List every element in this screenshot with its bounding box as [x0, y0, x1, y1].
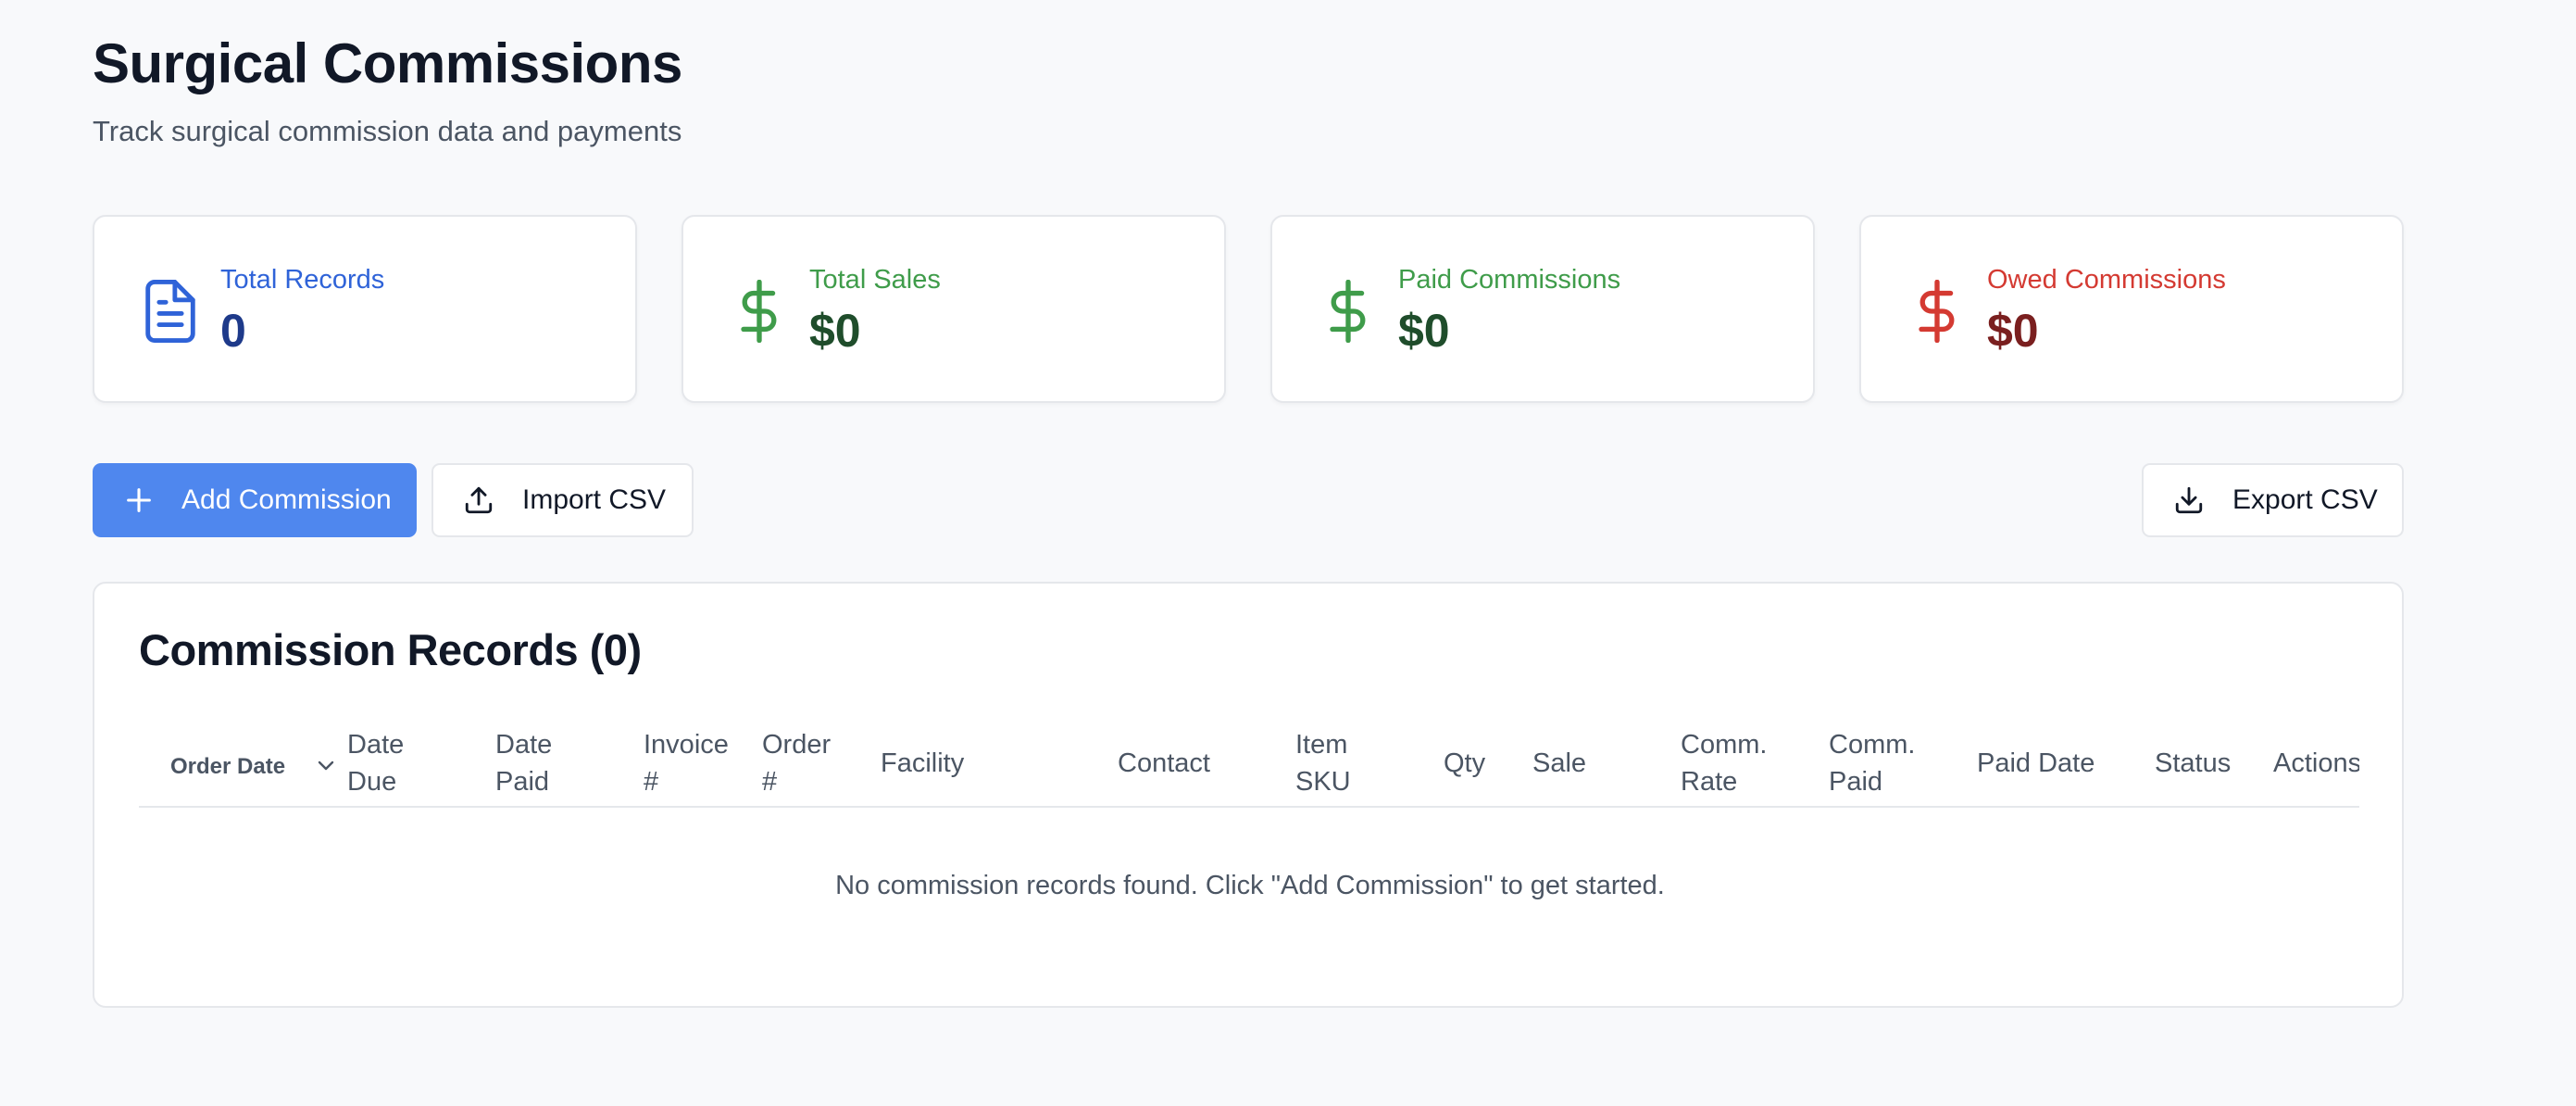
column-label: Status	[2155, 748, 2232, 778]
stat-label: Total Sales	[809, 265, 941, 295]
column-header-date-due[interactable]: Date Due	[347, 726, 404, 800]
page-title: Surgical Commissions	[93, 32, 682, 94]
column-label: Date	[347, 730, 405, 760]
stat-card-paid-commissions: Paid Commissions $0	[1270, 215, 1815, 403]
dollar-icon	[1330, 280, 1366, 343]
column-label: Paid	[495, 767, 550, 797]
import-csv-button[interactable]: Import CSV	[431, 463, 694, 537]
column-header-comm-paid[interactable]: Comm. Paid	[1829, 726, 1915, 800]
commission-records-panel: Commission Records (0) Order Date Date D…	[93, 582, 2404, 1008]
page: Surgical Commissions Track surgical comm…	[0, 0, 2576, 1106]
column-header-invoice[interactable]: Invoice #	[644, 726, 729, 800]
dollar-icon	[1919, 280, 1955, 343]
records-title: Commission Records (0)	[139, 625, 642, 674]
stat-value: 0	[220, 305, 246, 357]
stat-value: $0	[809, 305, 861, 357]
column-label: Invoice	[644, 730, 729, 760]
stat-label: Owed Commissions	[1987, 265, 2226, 295]
column-header-comm-rate[interactable]: Comm. Rate	[1681, 726, 1767, 800]
download-icon	[2175, 486, 2203, 514]
stat-card-total-records: Total Records 0	[93, 215, 637, 403]
column-label: Facility	[881, 748, 965, 778]
column-label: Item	[1295, 730, 1348, 760]
column-header-facility[interactable]: Facility	[881, 745, 964, 782]
stat-label: Total Records	[220, 265, 385, 295]
column-label: Contact	[1118, 748, 1210, 778]
column-header-paid-date[interactable]: Paid Date	[1977, 745, 2095, 782]
dollar-icon	[741, 280, 777, 343]
column-header-item-sku[interactable]: Item SKU	[1295, 726, 1351, 800]
add-commission-label: Add Commission	[181, 484, 392, 515]
column-header-sale[interactable]: Sale	[1532, 745, 1586, 782]
column-label: Comm.	[1681, 730, 1768, 760]
column-label: Qty	[1444, 748, 1486, 778]
stat-label: Paid Commissions	[1398, 265, 1621, 295]
column-header-status[interactable]: Status	[2155, 745, 2231, 782]
column-label: Comm.	[1829, 730, 1916, 760]
column-label: Due	[347, 767, 397, 797]
stat-card-total-sales: Total Sales $0	[682, 215, 1226, 403]
column-label: #	[644, 767, 659, 797]
stat-value: $0	[1987, 305, 2039, 357]
column-header-actions[interactable]: Actions	[2273, 745, 2359, 782]
column-label: Date	[495, 730, 553, 760]
stat-card-owed-commissions: Owed Commissions $0	[1859, 215, 2404, 403]
column-label: SKU	[1295, 767, 1351, 797]
column-header-qty[interactable]: Qty	[1444, 745, 1485, 782]
column-label: Order	[762, 730, 832, 760]
add-commission-button[interactable]: Add Commission	[93, 463, 417, 537]
empty-state-message: No commission records found. Click "Add …	[835, 871, 1665, 900]
export-csv-label: Export CSV	[2232, 484, 2378, 515]
plus-icon	[127, 488, 151, 512]
column-label: Order Date	[170, 754, 286, 779]
column-label: Sale	[1532, 748, 1587, 778]
column-label: #	[762, 767, 778, 797]
column-label: Actions	[2273, 748, 2359, 778]
column-label: Paid	[1829, 767, 1883, 797]
page-subtitle: Track surgical commission data and payme…	[93, 115, 682, 147]
stat-value: $0	[1398, 305, 1450, 357]
column-label: Rate	[1681, 767, 1738, 797]
chevron-down-icon[interactable]	[315, 754, 337, 776]
table-header: Order Date Date Due Date Paid Invoice # …	[139, 721, 2359, 808]
column-header-order-date[interactable]: Order Date	[170, 748, 285, 786]
column-label: Paid Date	[1977, 748, 2095, 778]
column-header-date-paid[interactable]: Date Paid	[495, 726, 552, 800]
document-icon	[145, 280, 195, 343]
upload-icon	[465, 486, 493, 514]
export-csv-button[interactable]: Export CSV	[2142, 463, 2404, 537]
import-csv-label: Import CSV	[522, 484, 667, 515]
column-header-contact[interactable]: Contact	[1118, 745, 1210, 782]
column-header-order[interactable]: Order #	[762, 726, 831, 800]
